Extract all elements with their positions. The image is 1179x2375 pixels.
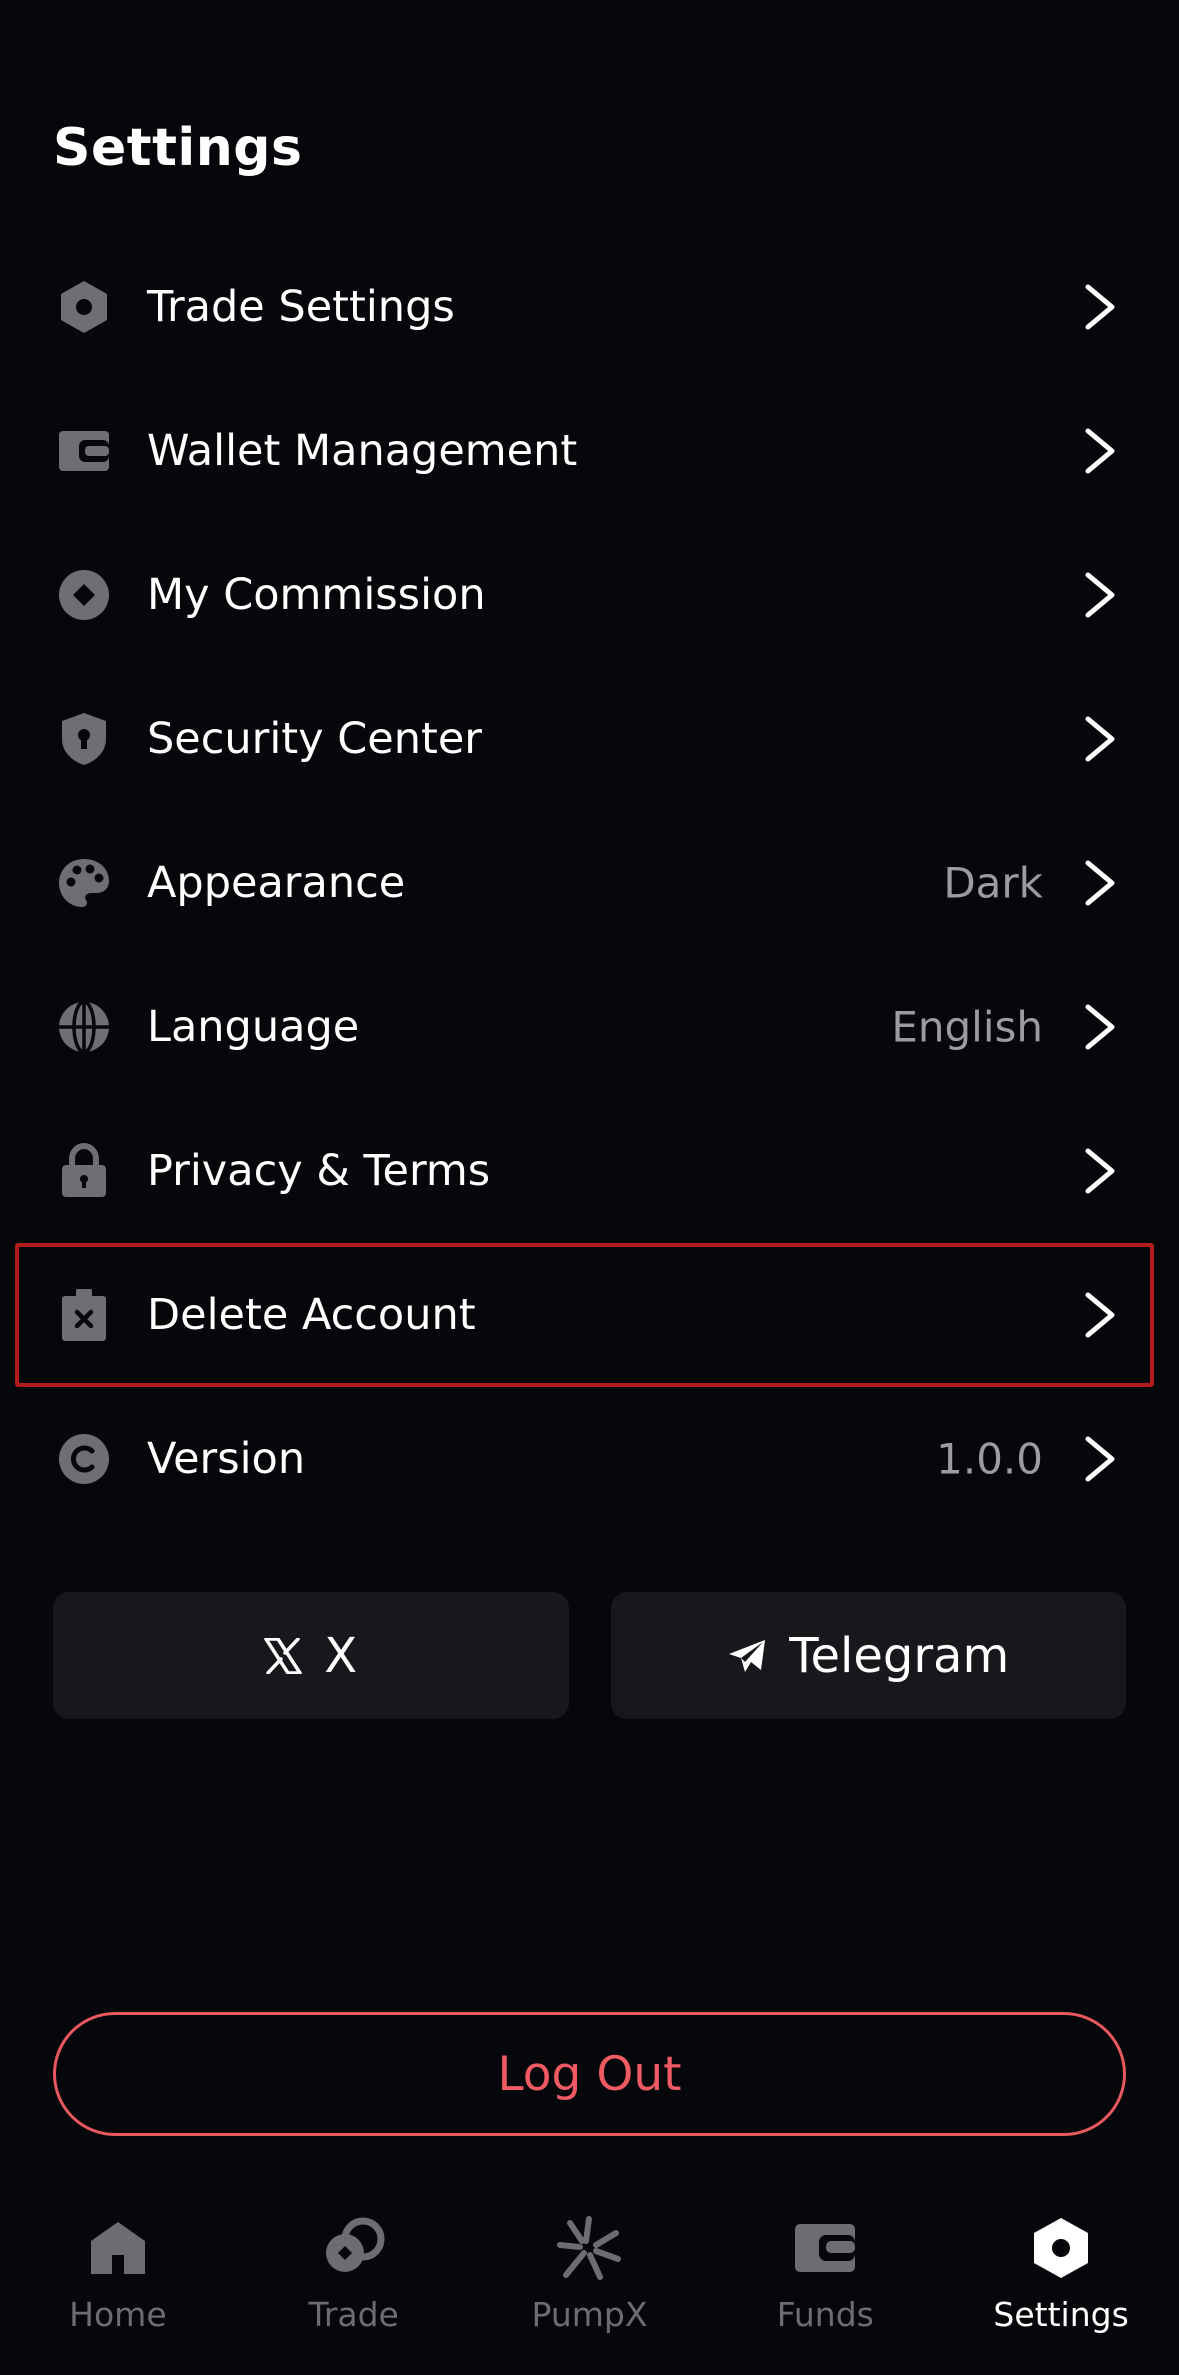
menu-item-appearance[interactable]: Appearance Dark [0, 811, 1179, 955]
logout-button[interactable]: Log Out [53, 2012, 1126, 2136]
menu-item-label: Language [147, 1002, 360, 1052]
menu-item-label: Trade Settings [147, 282, 455, 332]
menu-item-label: My Commission [147, 570, 486, 620]
telegram-icon [729, 1639, 766, 1672]
x-logo-icon [264, 1637, 303, 1674]
telegram-button-label: Telegram [789, 1627, 1010, 1684]
commission-icon [56, 567, 112, 623]
menu-item-version[interactable]: Version 1.0.0 [0, 1387, 1179, 1531]
appearance-value: Dark [943, 858, 1043, 908]
menu-item-label: Delete Account [147, 1290, 476, 1340]
chevron-right-icon [1085, 1004, 1115, 1050]
bottom-tab-bar: Home Trade PumpX Funds Settings [0, 2195, 1179, 2375]
chevron-right-icon [1085, 860, 1115, 906]
lock-icon [56, 1143, 112, 1199]
tab-label: Settings [993, 2295, 1129, 2334]
tab-settings[interactable]: Settings [943, 2195, 1179, 2375]
home-icon [85, 2215, 151, 2281]
wallet-icon [56, 423, 112, 479]
delete-account-icon [56, 1287, 112, 1343]
chevron-right-icon [1085, 1292, 1115, 1338]
wallet-icon [792, 2215, 858, 2281]
version-value: 1.0.0 [936, 1434, 1043, 1484]
logout-label: Log Out [497, 2046, 682, 2102]
tab-funds[interactable]: Funds [707, 2195, 943, 2375]
chevron-right-icon [1085, 716, 1115, 762]
menu-item-my-commission[interactable]: My Commission [0, 523, 1179, 667]
tab-pumpx[interactable]: PumpX [472, 2195, 708, 2375]
menu-item-label: Version [147, 1434, 306, 1484]
chevron-right-icon [1085, 1148, 1115, 1194]
menu-item-label: Appearance [147, 858, 406, 908]
x-button-label: X [324, 1627, 358, 1684]
tab-label: Home [69, 2295, 167, 2334]
settings-hex-icon [1028, 2215, 1094, 2281]
hexagon-icon [56, 279, 112, 335]
menu-item-label: Privacy & Terms [147, 1146, 491, 1196]
menu-item-trade-settings[interactable]: Trade Settings [0, 235, 1179, 379]
palette-icon [56, 855, 112, 911]
tab-label: PumpX [531, 2295, 648, 2334]
chevron-right-icon [1085, 284, 1115, 330]
page-title: Settings [53, 118, 303, 178]
chevron-right-icon [1085, 428, 1115, 474]
chevron-right-icon [1085, 572, 1115, 618]
menu-item-privacy-terms[interactable]: Privacy & Terms [0, 1099, 1179, 1243]
menu-item-label: Security Center [147, 714, 482, 764]
tab-label: Funds [776, 2295, 874, 2334]
copyright-icon [56, 1431, 112, 1487]
telegram-button[interactable]: Telegram [610, 1592, 1126, 1719]
menu-item-delete-account[interactable]: Delete Account [0, 1243, 1179, 1387]
shield-icon [56, 711, 112, 767]
tab-label: Trade [308, 2295, 399, 2334]
globe-icon [56, 999, 112, 1055]
trade-icon [321, 2215, 387, 2281]
social-links: X Telegram [53, 1592, 1126, 1719]
language-value: English [891, 1002, 1043, 1052]
menu-item-label: Wallet Management [147, 426, 578, 476]
chevron-right-icon [1085, 1436, 1115, 1482]
menu-item-security-center[interactable]: Security Center [0, 667, 1179, 811]
menu-item-wallet-management[interactable]: Wallet Management [0, 379, 1179, 523]
settings-screen: Settings Trade Settings Wallet Managemen… [0, 0, 1179, 2375]
x-button[interactable]: X [53, 1592, 569, 1719]
pumpx-icon [556, 2215, 622, 2281]
settings-menu: Trade Settings Wallet Management My Comm… [0, 235, 1179, 1531]
menu-item-language[interactable]: Language English [0, 955, 1179, 1099]
tab-trade[interactable]: Trade [236, 2195, 472, 2375]
tab-home[interactable]: Home [0, 2195, 236, 2375]
